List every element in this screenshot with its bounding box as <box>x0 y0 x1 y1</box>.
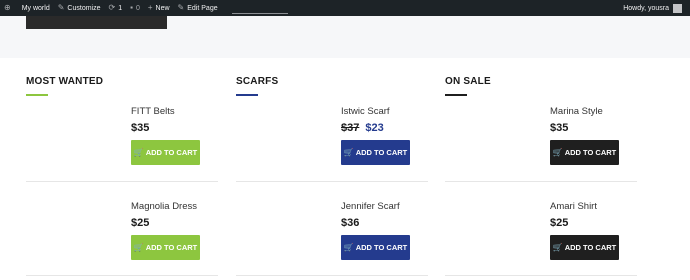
add-to-cart-label: ADD TO CART <box>145 148 198 157</box>
title-underline <box>236 94 258 96</box>
product-price: $37 $23 <box>341 122 384 134</box>
new-content-link[interactable]: + New <box>144 0 174 16</box>
wordpress-logo-menu[interactable]: ⊕ <box>0 0 18 16</box>
dark-banner <box>26 16 167 29</box>
comments-link[interactable]: ▪ 0 <box>126 0 144 16</box>
updates-count: 1 <box>118 4 123 12</box>
add-to-cart-button[interactable]: 🛒 ADD TO CART <box>341 235 410 260</box>
my-account-link[interactable]: Howdy, yousra <box>619 0 686 16</box>
site-name-label: My world <box>21 4 50 12</box>
add-to-cart-label: ADD TO CART <box>145 243 198 252</box>
edit-page-label: Edit Page <box>187 4 218 12</box>
cart-icon: 🛒 <box>343 243 354 252</box>
column-title: MOST WANTED <box>26 76 104 87</box>
product-name[interactable]: Jennifer Scarf <box>341 201 400 212</box>
product-price: $35 <box>550 122 568 134</box>
add-to-cart-button[interactable]: 🛒 ADD TO CART <box>131 140 200 165</box>
product-name[interactable]: Marina Style <box>550 106 603 117</box>
cart-icon: 🛒 <box>552 243 563 252</box>
column-title: SCARFS <box>236 76 279 87</box>
add-to-cart-label: ADD TO CART <box>564 148 617 157</box>
customize-link[interactable]: ✎ Customize <box>54 0 105 16</box>
divider <box>26 275 218 276</box>
price: $35 <box>131 122 150 134</box>
old-price: $37 <box>341 122 360 134</box>
price: $25 <box>131 217 150 229</box>
sale-price: $23 <box>365 122 384 134</box>
add-to-cart-button[interactable]: 🛒 ADD TO CART <box>341 140 410 165</box>
brush-icon: ✎ <box>57 3 65 12</box>
divider <box>236 181 428 182</box>
pencil-icon: ✎ <box>177 3 185 12</box>
title-underline <box>26 94 48 96</box>
product-price: $25 <box>550 217 568 229</box>
customize-label: Customize <box>67 4 101 12</box>
title-underline <box>445 94 467 96</box>
price: $35 <box>550 122 569 134</box>
add-to-cart-button[interactable]: 🛒 ADD TO CART <box>550 140 619 165</box>
divider <box>445 181 637 182</box>
add-to-cart-label: ADD TO CART <box>355 148 408 157</box>
edit-page-link[interactable]: ✎ Edit Page <box>174 0 222 16</box>
product-name[interactable]: Magnolia Dress <box>131 201 197 212</box>
product-price: $36 <box>341 217 359 229</box>
comments-count: 0 <box>135 4 140 12</box>
howdy-label: Howdy, yousra <box>623 4 669 12</box>
add-to-cart-label: ADD TO CART <box>355 243 408 252</box>
product-price: $35 <box>131 122 149 134</box>
site-name-link[interactable]: My world <box>18 0 54 16</box>
updates-link[interactable]: ⟳ 1 <box>105 0 127 16</box>
divider <box>445 275 637 276</box>
column-title: ON SALE <box>445 76 491 87</box>
plus-icon: + <box>147 3 153 12</box>
divider <box>236 275 428 276</box>
add-to-cart-button[interactable]: 🛒 ADD TO CART <box>131 235 200 260</box>
product-name[interactable]: FITT Belts <box>131 106 175 117</box>
add-to-cart-button[interactable]: 🛒 ADD TO CART <box>550 235 619 260</box>
cart-icon: 🛒 <box>133 148 144 157</box>
admin-bar: ⊕ My world ✎ Customize ⟳ 1 ▪ 0 + New ✎ Edit P… <box>0 0 690 16</box>
product-name[interactable]: Istwic Scarf <box>341 106 390 117</box>
updates-icon: ⟳ <box>108 3 116 12</box>
cart-icon: 🛒 <box>552 148 563 157</box>
avatar <box>673 3 682 13</box>
add-to-cart-label: ADD TO CART <box>564 243 617 252</box>
price: $25 <box>550 217 569 229</box>
cart-icon: 🛒 <box>343 148 354 157</box>
comment-icon: ▪ <box>130 3 133 12</box>
product-name[interactable]: Amari Shirt <box>550 201 597 212</box>
new-label: New <box>155 4 170 12</box>
divider <box>26 181 218 182</box>
admin-search-input[interactable] <box>231 2 288 14</box>
product-price: $25 <box>131 217 149 229</box>
price: $36 <box>341 217 360 229</box>
cart-icon: 🛒 <box>133 243 144 252</box>
wordpress-icon: ⊕ <box>4 3 11 12</box>
